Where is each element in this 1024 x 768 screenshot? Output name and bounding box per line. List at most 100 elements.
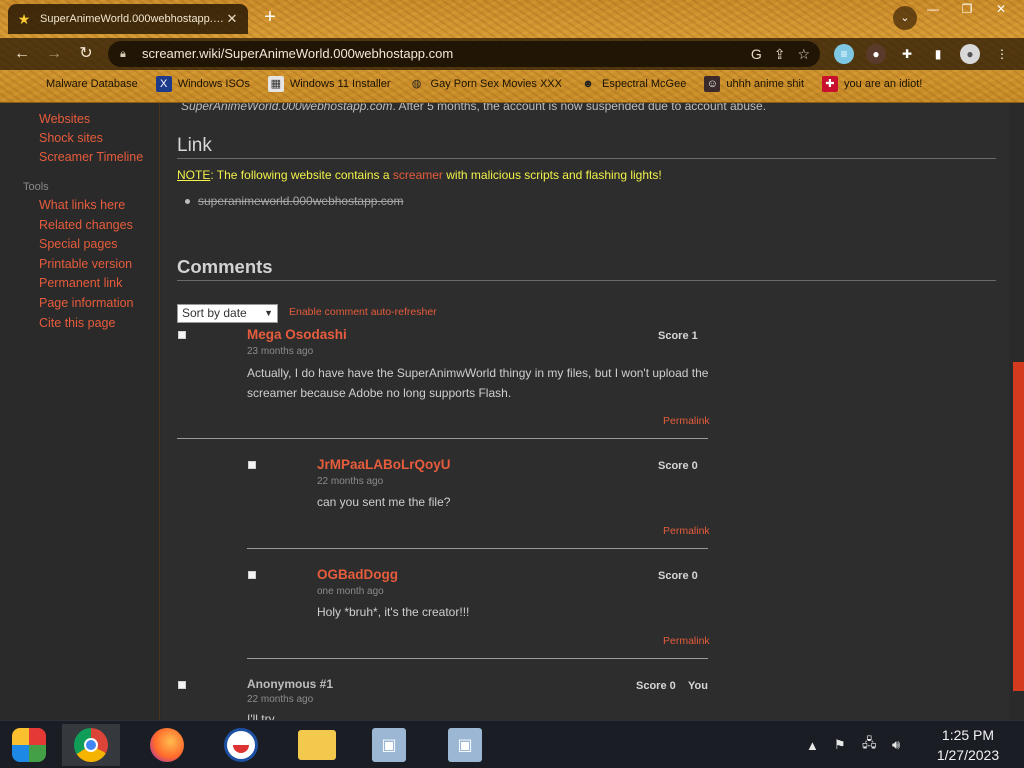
volume-icon[interactable]: 🔊︎ — [892, 721, 900, 768]
intro-italic-site: SuperAnimeWorld.000webhostapp.com — [181, 103, 393, 113]
forward-arrow-icon[interactable]: → — [42, 42, 66, 66]
taskbar-file-explorer[interactable] — [288, 724, 346, 766]
system-clock[interactable]: 1:25 PM 1/27/2023 — [926, 725, 1010, 765]
browser-toolbar: ← → ↻ 🔒︎ screamer.wiki/SuperAnimeWorld.0… — [0, 38, 1024, 70]
bookmark-item[interactable]: ✚ you are an idiot! — [818, 76, 926, 92]
sidebar-link-cite-this-page[interactable]: Cite this page — [39, 316, 115, 330]
reload-icon[interactable]: ↻ — [74, 42, 98, 66]
google-lens-icon[interactable]: G — [751, 41, 762, 67]
folder-icon — [298, 730, 336, 760]
bookmark-item[interactable]: ☻ Espectral McGee — [576, 76, 690, 92]
url-path: /SuperAnimeWorld.000webhostapp.com — [220, 46, 454, 61]
address-bar[interactable]: 🔒︎ screamer.wiki/SuperAnimeWorld.000webh… — [108, 41, 820, 67]
url-host: screamer.wiki — [142, 46, 221, 61]
installer-icon: ▣ — [372, 728, 406, 762]
comment-author-anonymous: Anonymous #1 — [247, 677, 334, 691]
comment-author[interactable]: OGBadDogg — [317, 567, 398, 582]
tab-search-chevron-icon[interactable]: ⌄ — [893, 6, 917, 30]
scrollbar-thumb[interactable] — [1013, 362, 1024, 691]
browser-chrome: ★ SuperAnimeWorld.000webhostapp.com ✕ + … — [0, 0, 1024, 103]
sidebar-tools-heading: Tools — [23, 181, 49, 193]
face-icon: ☻ — [582, 78, 594, 90]
extensions-puzzle-icon[interactable]: ✚ — [897, 44, 917, 64]
profile-avatar-icon[interactable]: ● — [960, 44, 980, 64]
comment-date: 23 months ago — [247, 346, 314, 357]
extension-avatar-icon[interactable]: ● — [866, 44, 886, 64]
comment-permalink[interactable]: Permalink — [663, 525, 710, 537]
site-favicon-icon: ★ — [17, 11, 31, 27]
sidebar-link-page-information[interactable]: Page information — [39, 296, 134, 310]
taskbar-chrome[interactable] — [62, 724, 120, 766]
clock-time: 1:25 PM — [941, 727, 995, 743]
comment-date: 22 months ago — [247, 694, 314, 705]
new-tab-plus-icon[interactable]: + — [258, 6, 282, 30]
comment-permalink[interactable]: Permalink — [663, 635, 710, 647]
minimize-icon[interactable]: — — [916, 0, 950, 18]
comment-permalink[interactable]: Permalink — [663, 415, 710, 427]
bookmark-item[interactable]: X Windows ISOs — [152, 76, 254, 92]
flag-icon: ✚ — [822, 76, 839, 92]
omnibox-actions: G ⇪ ☆ — [751, 41, 810, 67]
bookmarks-bar: Malware Database X Windows ISOs ▦ Window… — [0, 72, 1024, 96]
sidebar-link-screamer-timeline[interactable]: Screamer Timeline — [39, 150, 143, 164]
bookmark-item[interactable]: ☺ uhhh anime shit — [700, 76, 808, 92]
comment-score: Score 0 — [636, 680, 676, 692]
start-button[interactable] — [0, 724, 58, 766]
comment-select-checkbox[interactable] — [248, 571, 256, 579]
sidebar-link-shock-sites[interactable]: Shock sites — [39, 131, 103, 145]
sidebar-link-related-changes[interactable]: Related changes — [39, 218, 133, 232]
window-close-icon[interactable]: ✕ — [984, 0, 1018, 18]
comment-select-checkbox[interactable] — [178, 681, 186, 689]
action-center-flag-icon[interactable]: ⚑ — [834, 721, 846, 768]
screamer-link[interactable]: screamer — [393, 168, 443, 182]
note-label[interactable]: NOTE — [177, 168, 210, 182]
comment-select-checkbox[interactable] — [248, 461, 256, 469]
taskbar-obama-app[interactable] — [212, 724, 270, 766]
comment-text: Actually, I do have have the SuperAnimwW… — [247, 366, 709, 400]
comment-author[interactable]: JrMPaaLABoLrQoyU — [317, 457, 451, 472]
comment-author[interactable]: Mega Osodashi — [247, 327, 347, 342]
sidebar-link-what-links-here[interactable]: What links here — [39, 198, 125, 212]
section-heading-link: Link — [177, 135, 212, 156]
bookmark-item[interactable]: ▦ Windows 11 Installer — [264, 76, 395, 92]
comment-date: 22 months ago — [317, 476, 384, 487]
tray-overflow-chevron-icon[interactable]: ▲ — [806, 721, 819, 768]
anime-face-icon: ☺ — [704, 76, 721, 92]
comment-separator — [177, 438, 708, 439]
extension-flag-icon[interactable]: ≡ — [834, 44, 854, 64]
restore-icon[interactable]: ❐ — [950, 0, 984, 18]
window-controls: — ❐ ✕ — [916, 0, 1018, 18]
sidebar-link-permanent-link[interactable]: Permanent link — [39, 276, 122, 290]
sidebar-link-websites[interactable]: Websites — [39, 112, 90, 126]
screamer-warning: NOTE: The following website contains a s… — [177, 168, 662, 182]
sort-select[interactable]: Sort by date ▼ — [177, 304, 278, 323]
comment-score: Score 0 — [658, 460, 698, 472]
article-body: SuperAnimeWorld.000webhostapp.com. After… — [161, 103, 1009, 720]
tab-title: SuperAnimeWorld.000webhostapp.com — [40, 13, 224, 25]
comment-separator — [247, 658, 708, 659]
share-icon[interactable]: ⇪ — [774, 41, 786, 67]
auto-refresh-link[interactable]: Enable comment auto-refresher — [289, 306, 437, 318]
comment-vote-you: You — [688, 680, 708, 692]
clock-date: 1/27/2023 — [936, 747, 1000, 763]
comment-select-checkbox[interactable] — [178, 331, 186, 339]
browser-tab[interactable]: ★ SuperAnimeWorld.000webhostapp.com ✕ — [8, 4, 248, 34]
struck-site-link[interactable]: superanimeworld.000webhostapp.com — [198, 194, 403, 208]
globe-icon: ◍ — [411, 78, 422, 90]
bookmark-star-icon[interactable]: ☆ — [797, 41, 810, 67]
taskbar-installer-1[interactable]: ▣ — [360, 724, 418, 766]
bookmark-item[interactable]: Malware Database — [20, 76, 142, 92]
blue-circle-logo-icon — [224, 728, 258, 762]
back-arrow-icon[interactable]: ← — [10, 42, 34, 66]
taskbar-installer-2[interactable]: ▣ — [436, 724, 494, 766]
tab-close-icon[interactable]: ✕ — [224, 11, 240, 27]
kebab-menu-icon[interactable]: ⋮ — [992, 44, 1012, 64]
sidebar-link-printable-version[interactable]: Printable version — [39, 257, 132, 271]
network-icon[interactable]: 🖧︎ — [862, 721, 877, 768]
comment-score: Score 0 — [658, 570, 698, 582]
bookmark-item[interactable]: ◍ Gay Porn Sex Movies XXX — [405, 76, 566, 92]
section-heading-comments: Comments — [177, 256, 273, 277]
taskbar-firefox[interactable] — [138, 724, 196, 766]
side-panel-icon[interactable]: ▮ — [928, 44, 948, 64]
sidebar-link-special-pages[interactable]: Special pages — [39, 237, 118, 251]
